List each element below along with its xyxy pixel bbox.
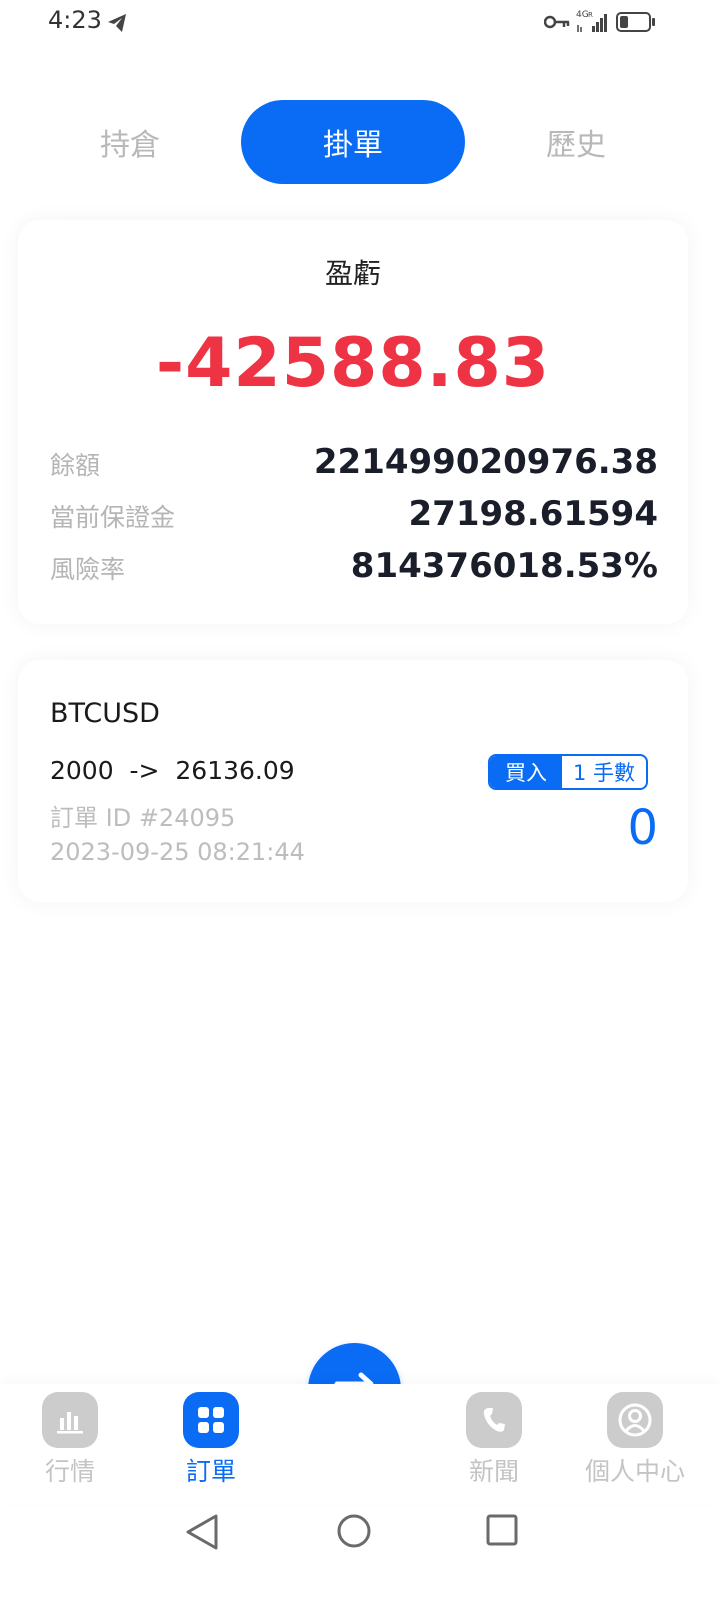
svg-text:R: R	[588, 11, 593, 19]
phone-icon	[466, 1392, 522, 1448]
nav-label-profile: 個人中心	[584, 1457, 685, 1486]
signal-4g-icon: 4G R	[576, 10, 607, 32]
home-icon[interactable]	[336, 1513, 372, 1549]
telegram-icon	[108, 14, 126, 32]
margin-row: 當前保證金 27198.61594	[50, 494, 658, 538]
status-bar: 4:23 4G R	[0, 0, 720, 50]
order-side: 買入	[490, 756, 562, 788]
balance-label: 餘額	[50, 451, 101, 480]
tab-pending-orders[interactable]: 掛單	[241, 100, 465, 184]
order-lots: 1 手數	[572, 761, 636, 785]
nav-label-news: 新聞	[468, 1457, 519, 1486]
order-card[interactable]: BTCUSD 2000 -> 26136.09 訂單 ID #24095 202…	[18, 660, 688, 902]
order-pnl: 0	[627, 800, 658, 856]
bottom-nav: 行情 訂單 新聞 個人中心	[0, 1384, 720, 1504]
order-id: 訂單 ID #24095	[50, 804, 236, 832]
battery-icon	[616, 12, 655, 32]
balance-value: 221499020976.38	[313, 442, 658, 482]
nav-item-news[interactable]: 新聞	[424, 1392, 564, 1492]
margin-label: 當前保證金	[50, 503, 176, 532]
order-tabs: 持倉 掛單 歷史	[18, 100, 688, 184]
order-symbol: BTCUSD	[50, 698, 160, 729]
order-side-badge: 買入 1 手數	[488, 754, 648, 790]
balance-row: 餘額 221499020976.38	[50, 442, 658, 486]
order-time: 2023-09-25 08:21:44	[50, 838, 305, 866]
pnl-label: 盈虧	[324, 257, 381, 290]
account-summary-card: 盈虧 -42588.83 餘額 221499020976.38 當前保證金 27…	[18, 220, 688, 624]
system-nav-bar	[0, 1504, 720, 1600]
svg-text:4G: 4G	[576, 10, 589, 20]
risk-row: 風險率 814376018.53%	[50, 546, 658, 590]
nav-label-orders: 訂單	[185, 1457, 236, 1486]
grid-icon	[183, 1392, 239, 1448]
nav-item-orders[interactable]: 訂單	[141, 1392, 281, 1492]
back-icon[interactable]	[184, 1512, 220, 1552]
tab-positions[interactable]: 持倉	[18, 100, 242, 184]
risk-value: 814376018.53%	[350, 546, 658, 586]
order-prices: 2000 -> 26136.09	[50, 756, 295, 785]
nav-item-profile[interactable]: 個人中心	[565, 1392, 705, 1492]
key-icon	[544, 15, 570, 29]
bar-chart-icon	[42, 1392, 98, 1448]
pnl-value: -42588.83	[155, 324, 551, 403]
person-icon	[607, 1392, 663, 1448]
status-time: 4:23	[48, 6, 102, 34]
recent-apps-icon[interactable]	[486, 1514, 518, 1546]
risk-label: 風險率	[50, 555, 126, 584]
tab-history[interactable]: 歷史	[464, 100, 688, 184]
nav-label-market: 行情	[44, 1457, 95, 1486]
nav-item-market[interactable]: 行情	[0, 1392, 140, 1492]
margin-value: 27198.61594	[408, 494, 659, 534]
